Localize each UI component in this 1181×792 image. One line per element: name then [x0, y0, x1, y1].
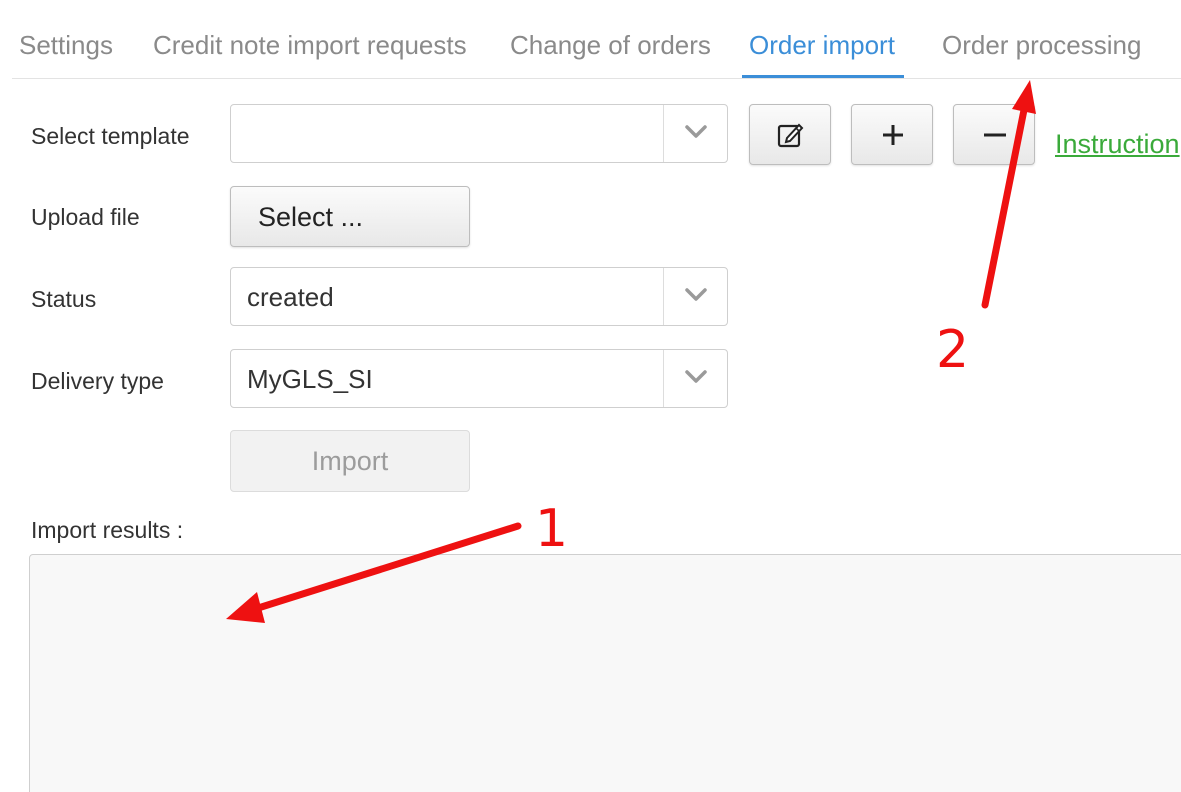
chevron-down-icon [685, 125, 707, 138]
delivery-type-label: Delivery type [31, 368, 164, 394]
active-tab-indicator [742, 75, 904, 78]
select-template-label: Select template [31, 123, 190, 149]
status-label: Status [31, 286, 97, 312]
tab-bar: Settings Credit note import requests Cha… [12, 0, 1181, 79]
chevron-down-icon [685, 288, 707, 301]
annotation-marker-1: 1 [535, 499, 569, 559]
delivery-type-select[interactable]: MyGLS_SI [230, 349, 728, 408]
status-select[interactable]: created [230, 267, 728, 326]
tab-change-of-orders[interactable]: Change of orders [510, 28, 711, 62]
edit-template-button[interactable] [749, 104, 831, 165]
status-select-value: created [247, 282, 334, 312]
minus-icon [984, 133, 1006, 137]
annotation-marker-2: 2 [936, 320, 970, 380]
tab-order-import[interactable]: Order import [749, 28, 895, 62]
edit-icon [777, 123, 804, 148]
select-file-button-label: Select ... [258, 202, 364, 232]
import-results-area[interactable] [29, 554, 1181, 792]
delivery-type-select-toggle[interactable] [663, 350, 727, 407]
tab-credit-note-import-requests[interactable]: Credit note import requests [153, 28, 467, 62]
tab-settings[interactable]: Settings [19, 28, 113, 62]
add-template-button[interactable] [851, 104, 933, 165]
import-results-label: Import results : [31, 517, 184, 543]
select-file-button[interactable]: Select ... [230, 186, 470, 247]
tab-order-processing[interactable]: Order processing [942, 28, 1141, 62]
import-button[interactable]: Import [230, 430, 470, 492]
delivery-type-select-value: MyGLS_SI [247, 364, 373, 394]
upload-file-label: Upload file [31, 204, 140, 230]
status-select-toggle[interactable] [663, 268, 727, 325]
instructions-link[interactable]: Instruction [1055, 128, 1180, 160]
import-button-label: Import [311, 446, 389, 476]
template-select[interactable] [230, 104, 728, 163]
chevron-down-icon [685, 370, 707, 383]
remove-template-button[interactable] [953, 104, 1035, 165]
plus-icon [883, 125, 903, 145]
template-select-toggle[interactable] [663, 105, 727, 162]
